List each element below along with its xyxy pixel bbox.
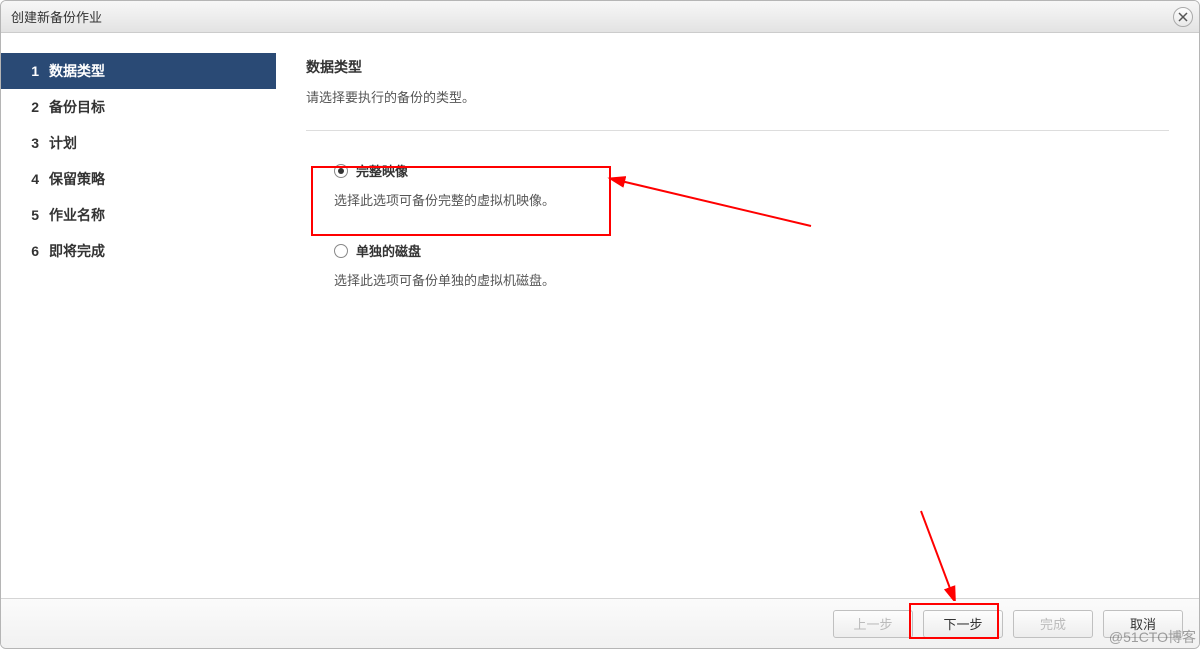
close-icon <box>1178 12 1188 22</box>
option-individual-disk[interactable]: 单独的磁盘 选择此选项可备份单独的虚拟机磁盘。 <box>334 241 1169 289</box>
option-label: 完整映像 <box>356 161 408 180</box>
step-number: 6 <box>25 243 39 259</box>
page-subtitle: 请选择要执行的备份的类型。 <box>306 87 1169 106</box>
step-number: 3 <box>25 135 39 151</box>
step-ready[interactable]: 6 即将完成 <box>1 233 276 269</box>
step-label: 备份目标 <box>49 97 105 117</box>
option-full-image[interactable]: 完整映像 选择此选项可备份完整的虚拟机映像。 <box>334 161 1169 209</box>
step-label: 作业名称 <box>49 205 105 225</box>
page-title: 数据类型 <box>306 57 1169 77</box>
main-panel: 数据类型 请选择要执行的备份的类型。 完整映像 选择此选项可备份完整的虚拟机映像… <box>276 33 1199 598</box>
divider <box>306 130 1169 131</box>
finish-button: 完成 <box>1013 610 1093 638</box>
prev-button: 上一步 <box>833 610 913 638</box>
step-backup-target[interactable]: 2 备份目标 <box>1 89 276 125</box>
dialog-footer: 上一步 下一步 完成 取消 <box>1 598 1199 648</box>
dialog-window: 创建新备份作业 1 数据类型 2 备份目标 3 计划 4 保留策 <box>0 0 1200 649</box>
step-label: 计划 <box>49 133 77 153</box>
title-bar: 创建新备份作业 <box>1 1 1199 33</box>
step-data-type[interactable]: 1 数据类型 <box>1 53 276 89</box>
wizard-sidebar: 1 数据类型 2 备份目标 3 计划 4 保留策略 5 作业名称 6 即将完成 <box>1 33 276 598</box>
step-retention[interactable]: 4 保留策略 <box>1 161 276 197</box>
option-label: 单独的磁盘 <box>356 241 421 260</box>
option-description: 选择此选项可备份单独的虚拟机磁盘。 <box>334 270 1169 289</box>
step-label: 即将完成 <box>49 241 105 261</box>
dialog-body: 1 数据类型 2 备份目标 3 计划 4 保留策略 5 作业名称 6 即将完成 <box>1 33 1199 598</box>
option-group: 完整映像 选择此选项可备份完整的虚拟机映像。 单独的磁盘 选择此选项可备份单独的… <box>306 161 1169 289</box>
watermark: @51CTO博客 <box>1109 627 1196 647</box>
option-description: 选择此选项可备份完整的虚拟机映像。 <box>334 190 1169 209</box>
close-button[interactable] <box>1173 7 1193 27</box>
step-label: 保留策略 <box>49 169 105 189</box>
step-label: 数据类型 <box>49 61 105 81</box>
radio-individual-disk[interactable] <box>334 244 348 258</box>
step-schedule[interactable]: 3 计划 <box>1 125 276 161</box>
next-button[interactable]: 下一步 <box>923 610 1003 638</box>
dialog-title: 创建新备份作业 <box>11 7 102 26</box>
step-job-name[interactable]: 5 作业名称 <box>1 197 276 233</box>
radio-full-image[interactable] <box>334 164 348 178</box>
step-number: 1 <box>25 63 39 79</box>
step-number: 2 <box>25 99 39 115</box>
step-number: 5 <box>25 207 39 223</box>
step-number: 4 <box>25 171 39 187</box>
